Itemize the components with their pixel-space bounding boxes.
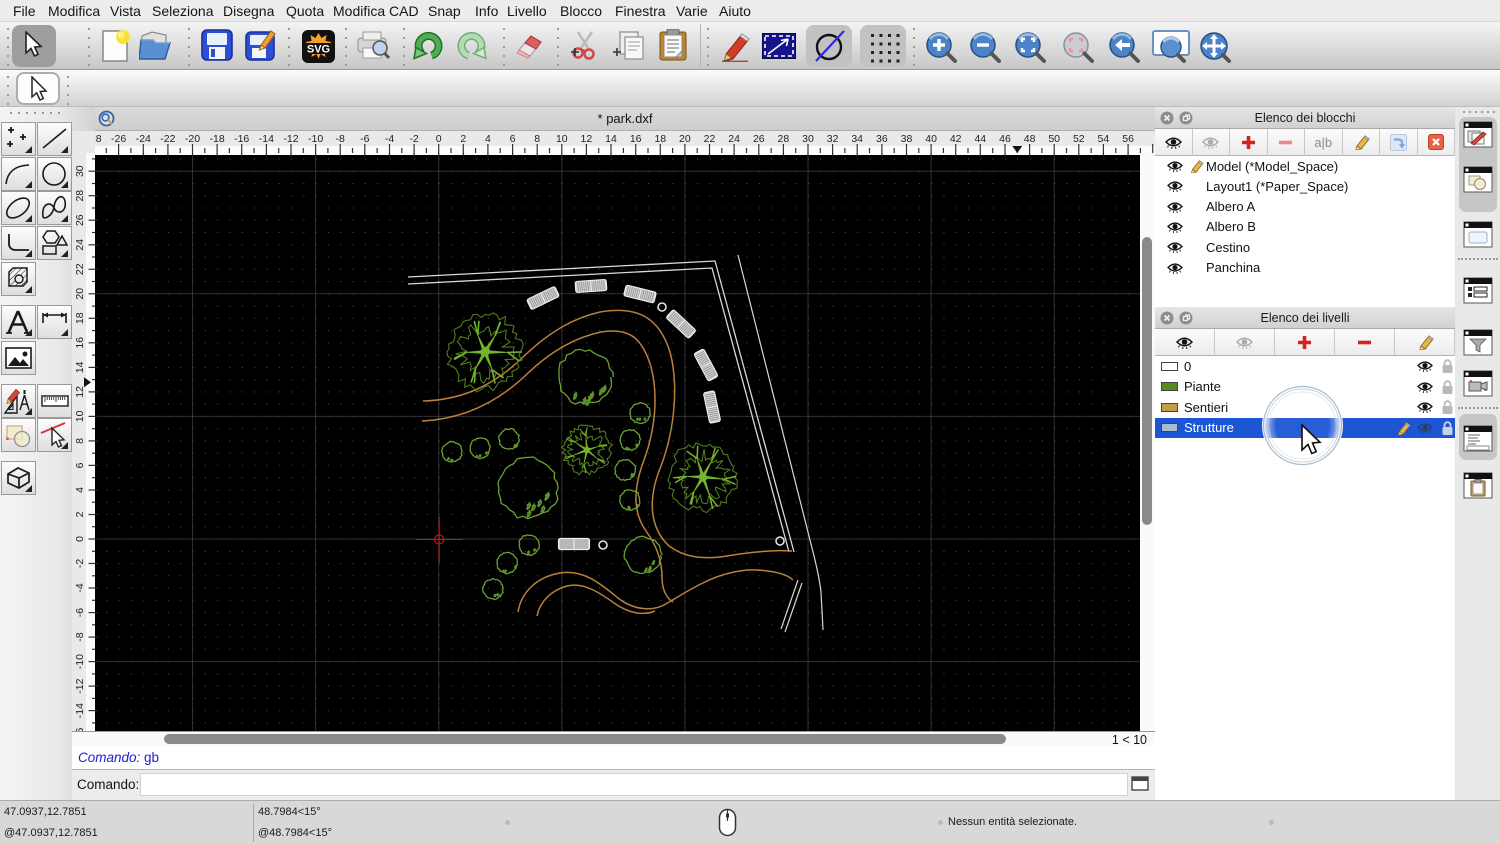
svg-text:-10: -10	[74, 654, 86, 669]
svg-text:56: 56	[1122, 133, 1134, 145]
svg-text:14: 14	[74, 361, 86, 373]
svg-text:4: 4	[485, 133, 491, 145]
svg-text:20: 20	[74, 288, 86, 300]
svg-text:-28: -28	[95, 133, 102, 145]
svg-text:-2: -2	[74, 559, 86, 568]
svg-text:50: 50	[1048, 133, 1060, 145]
svg-text:18: 18	[74, 312, 86, 324]
svg-text:0: 0	[436, 133, 442, 145]
svg-text:-14: -14	[259, 133, 274, 145]
svg-text:40: 40	[925, 133, 937, 145]
svg-text:-14: -14	[74, 703, 86, 718]
svg-text:-4: -4	[74, 583, 86, 592]
svg-text:26: 26	[753, 133, 765, 145]
svg-text:22: 22	[74, 263, 86, 275]
svg-text:-18: -18	[210, 133, 225, 145]
svg-text:-2: -2	[409, 133, 418, 145]
svg-text:-26: -26	[111, 133, 126, 145]
svg-text:14: 14	[605, 133, 617, 145]
svg-text:6: 6	[510, 133, 516, 145]
svg-text:46: 46	[999, 133, 1011, 145]
svg-text:36: 36	[876, 133, 888, 145]
svg-text:-8: -8	[336, 133, 345, 145]
svg-text:-16: -16	[234, 133, 249, 145]
svg-text:48: 48	[1024, 133, 1036, 145]
svg-text:26: 26	[74, 214, 86, 226]
svg-text:-22: -22	[160, 133, 175, 145]
svg-text:-20: -20	[185, 133, 200, 145]
svg-text:34: 34	[851, 133, 863, 145]
svg-text:32: 32	[827, 133, 839, 145]
svg-text:30: 30	[74, 165, 86, 177]
svg-text:10: 10	[74, 410, 86, 422]
svg-text:24: 24	[74, 239, 86, 251]
svg-text:-12: -12	[74, 678, 86, 693]
svg-text:-6: -6	[74, 608, 86, 617]
svg-text:10: 10	[556, 133, 568, 145]
svg-text:-10: -10	[308, 133, 323, 145]
svg-text:4: 4	[74, 487, 86, 493]
svg-text:8: 8	[534, 133, 540, 145]
svg-text:12: 12	[74, 386, 86, 398]
svg-text:12: 12	[581, 133, 593, 145]
svg-text:42: 42	[950, 133, 962, 145]
svg-text:-12: -12	[283, 133, 298, 145]
svg-text:0: 0	[74, 536, 86, 542]
svg-text:30: 30	[802, 133, 814, 145]
svg-text:8: 8	[74, 438, 86, 444]
svg-text:-4: -4	[385, 133, 394, 145]
svg-text:28: 28	[778, 133, 790, 145]
svg-text:28: 28	[74, 190, 86, 202]
svg-text:44: 44	[974, 133, 986, 145]
svg-text:18: 18	[654, 133, 666, 145]
svg-text:-8: -8	[74, 632, 86, 641]
svg-text:-24: -24	[136, 133, 151, 145]
svg-text:6: 6	[74, 462, 86, 468]
svg-text:2: 2	[460, 133, 466, 145]
svg-text:52: 52	[1073, 133, 1085, 145]
svg-text:54: 54	[1098, 133, 1110, 145]
svg-text:-6: -6	[360, 133, 369, 145]
svg-text:16: 16	[74, 337, 86, 349]
svg-text:2: 2	[74, 511, 86, 517]
svg-text:22: 22	[704, 133, 716, 145]
svg-text:24: 24	[728, 133, 740, 145]
svg-text:16: 16	[630, 133, 642, 145]
svg-text:20: 20	[679, 133, 691, 145]
svg-text:38: 38	[901, 133, 913, 145]
svg-text:SVG: SVG	[307, 44, 330, 56]
